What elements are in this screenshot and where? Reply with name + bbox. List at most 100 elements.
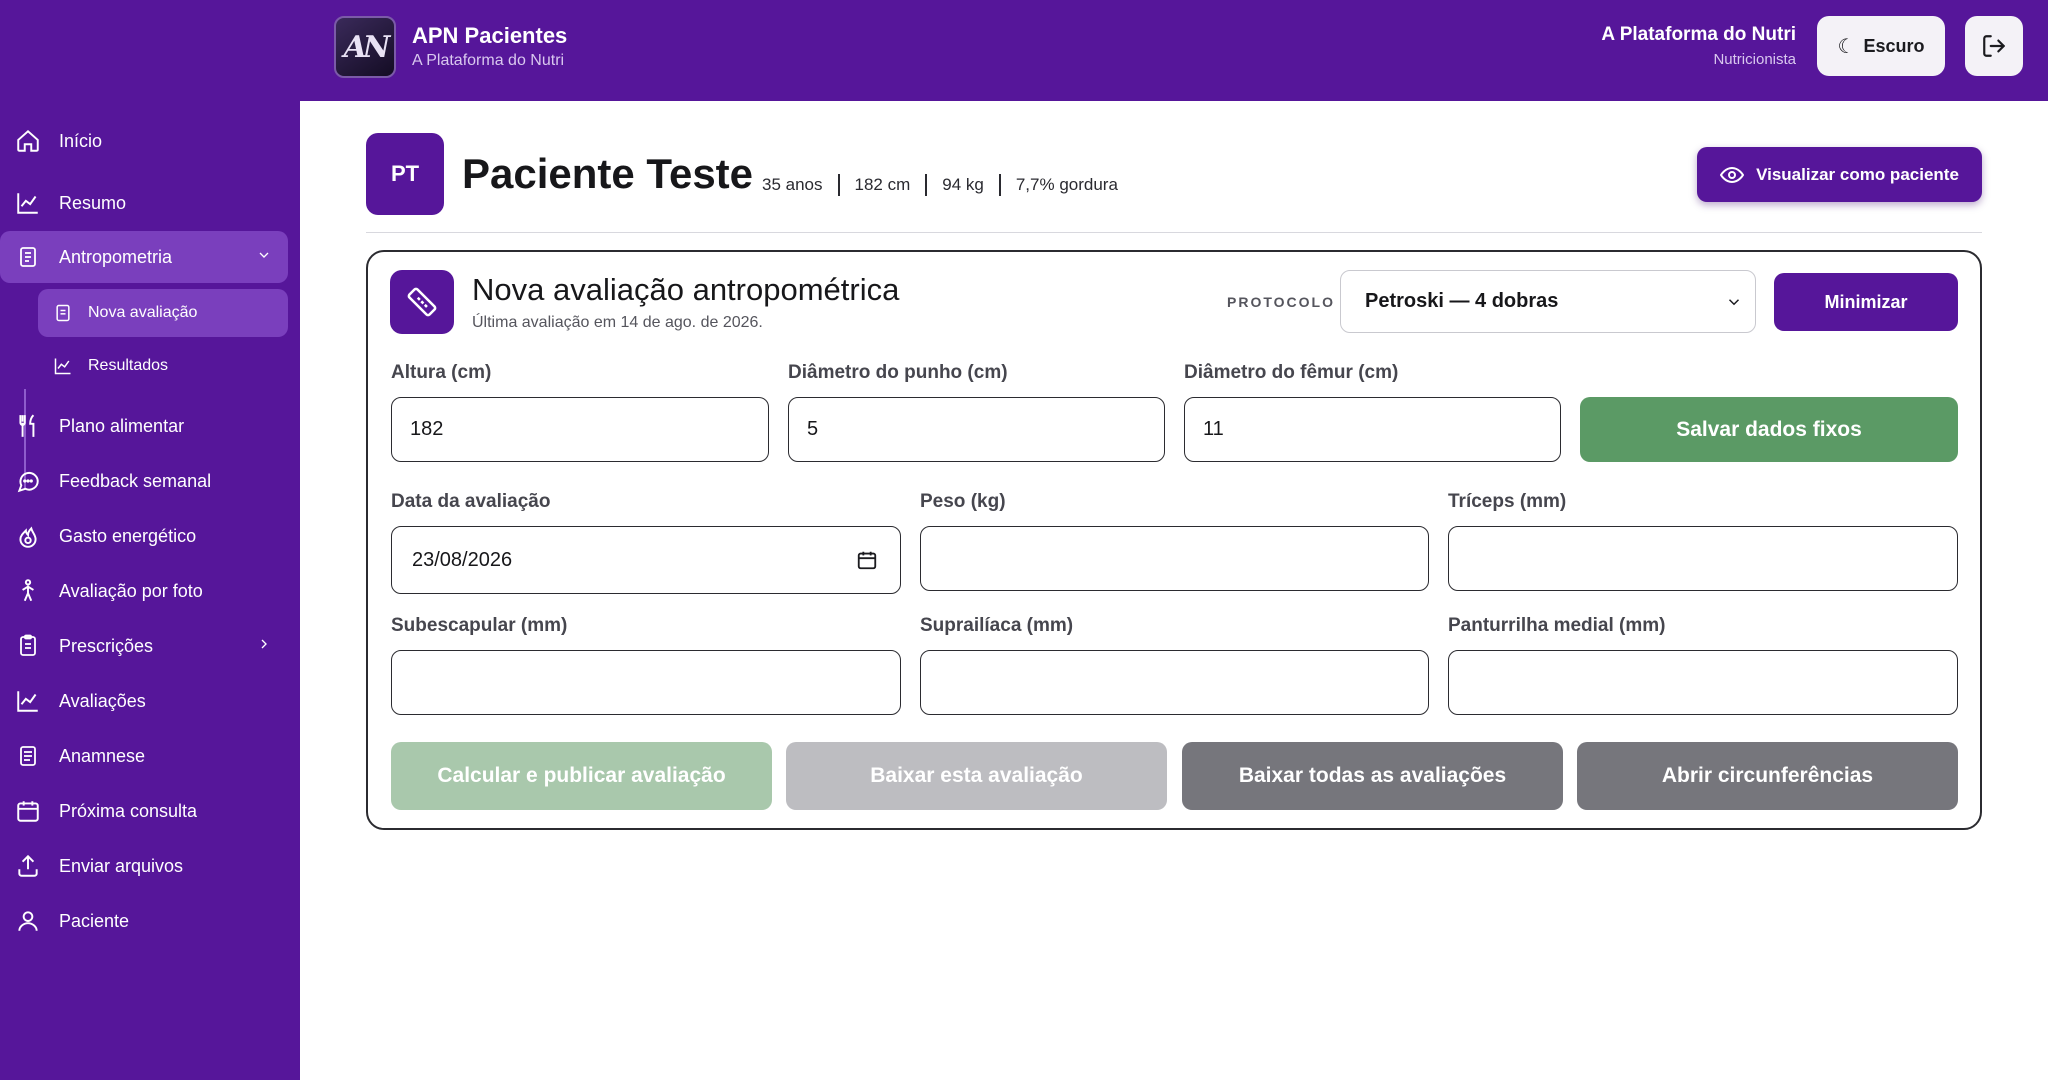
ruler-icon [390,270,454,334]
moon-icon: ☾ [1837,35,1856,58]
view-as-patient-button[interactable]: Visualizar como paciente [1697,147,1982,202]
sidebar-item-label: Antropometria [59,246,173,267]
sidebar-item-antropometria[interactable]: Antropometria [0,231,288,283]
subscapular-input[interactable] [391,650,901,715]
sidebar-item-enviar-arquivos[interactable]: Enviar arquivos [0,840,288,892]
calendar-icon [14,797,42,825]
sidebar-item-feedback-semanal[interactable]: Feedback semanal [0,455,288,507]
chart-line-icon [52,355,74,377]
header-divider [366,232,1982,233]
calculate-publish-button[interactable]: Calcular e publicar avaliação [391,742,772,810]
protocol-select[interactable]: Petroski — 4 dobras [1340,270,1756,333]
suprailiac-label: Suprailíaca (mm) [920,615,1074,636]
chart-line-icon [14,687,42,715]
sidebar-item-label: Paciente [59,910,130,931]
subscapular-label: Subescapular (mm) [391,615,568,636]
download-this-assessment-button[interactable]: Baixar esta avaliação [786,742,1167,810]
sidebar-item-anamnese[interactable]: Anamnese [0,730,288,782]
triceps-input[interactable] [1448,526,1958,591]
sidebar-item-label: Avaliações [59,690,146,711]
sidebar-item-proxima-consulta[interactable]: Próxima consulta [0,785,288,837]
sidebar-item-label: Feedback semanal [59,470,212,491]
weight-label: Peso (kg) [920,491,1006,512]
user-role: Nutricionista [1713,51,1796,68]
sidebar-subitem-resultados[interactable]: Resultados [38,342,288,390]
chevron-down-icon [256,247,272,268]
sidebar: Início Resumo Antropometria Nova avaliaç… [0,101,300,1080]
sidebar-item-plano-alimentar[interactable]: Plano alimentar [0,400,288,452]
minimize-button[interactable]: Minimizar [1774,273,1958,331]
fork-knife-icon [14,412,42,440]
protocol-value: Petroski — 4 dobras [1365,290,1559,312]
sidebar-item-gasto-energetico[interactable]: Gasto energético [0,510,288,562]
download-all-assessments-button[interactable]: Baixar todas as avaliações [1182,742,1563,810]
clipboard-icon [14,243,42,271]
open-circumferences-button[interactable]: Abrir circunferências [1577,742,1958,810]
top-header: AN APN Pacientes A Plataforma do Nutri A… [0,0,2048,101]
sidebar-item-label: Avaliação por foto [59,580,203,601]
eye-icon [1720,166,1745,183]
save-fixed-data-button[interactable]: Salvar dados fixos [1580,397,1958,462]
chart-line-icon [14,189,42,217]
document-icon [14,742,42,770]
sidebar-item-resumo[interactable]: Resumo [0,177,288,229]
person-walk-icon [14,577,42,605]
calendar-icon[interactable] [856,549,878,577]
date-value: 23/08/2026 [412,548,513,571]
theme-toggle-label: Escuro [1863,35,1925,56]
wrist-diameter-label: Diâmetro do punho (cm) [788,362,1008,383]
wrist-diameter-input[interactable]: 5 [788,397,1165,462]
sidebar-item-label: Próxima consulta [59,800,198,821]
sidebar-item-label: Plano alimentar [59,415,185,436]
clipboard-icon [52,302,74,324]
weight-input[interactable] [920,526,1429,591]
patient-age: 35 anos [762,175,823,194]
flame-icon [14,522,42,550]
sidebar-item-avaliacao-por-foto[interactable]: Avaliação por foto [0,565,288,617]
patient-name: Paciente Teste [462,150,754,197]
home-icon [14,127,42,155]
user-icon [14,907,42,935]
patient-weight: 94 kg [925,174,999,196]
card-title: Nova avaliação antropométrica [472,272,900,307]
sidebar-item-prescricoes[interactable]: Prescrições [0,620,288,672]
theme-toggle-button[interactable]: ☾ Escuro [1817,16,1945,76]
view-as-patient-label: Visualizar como paciente [1756,164,1959,184]
suprailiac-input[interactable] [920,650,1429,715]
protocol-label: PROTOCOLO [1227,294,1335,310]
chat-bubble-icon [14,467,42,495]
patient-avatar: PT [366,133,444,215]
height-input[interactable]: 182 [391,397,769,462]
sidebar-item-paciente[interactable]: Paciente [0,895,288,947]
triceps-label: Tríceps (mm) [1448,491,1567,512]
sidebar-item-label: Início [59,130,103,151]
app-subtitle: A Plataforma do Nutri [412,52,565,69]
logout-button[interactable] [1965,16,2023,76]
sidebar-item-avaliacoes[interactable]: Avaliações [0,675,288,727]
sidebar-subitem-label: Resultados [88,357,169,374]
sidebar-item-inicio[interactable]: Início [0,115,288,167]
app-title: APN Pacientes [412,23,568,48]
date-label: Data da avaliação [391,491,551,512]
patient-body-fat: 7,7% gordura [998,174,1133,196]
date-input[interactable]: 23/08/2026 [391,526,901,594]
app-logo[interactable]: AN [334,16,396,78]
clipboard-list-icon [14,632,42,660]
chevron-right-icon [256,636,272,657]
sidebar-item-label: Resumo [59,192,127,213]
sidebar-item-label: Prescrições [59,635,154,656]
patient-height: 182 cm [837,174,926,196]
patient-stats: 35 anos 182 cm 94 kg 7,7% gordura [762,174,1133,196]
sidebar-subitem-nova-avaliacao[interactable]: Nova avaliação [38,289,288,337]
height-label: Altura (cm) [391,362,492,383]
medial-calf-input[interactable] [1448,650,1958,715]
user-name: A Plataforma do Nutri [1601,24,1796,45]
last-assessment-text: Última avaliação em 14 de ago. de 2026. [472,314,763,331]
sidebar-item-label: Enviar arquivos [59,855,184,876]
femur-diameter-input[interactable]: 11 [1184,397,1561,462]
sidebar-item-label: Gasto energético [59,525,197,546]
chevron-down-icon [1725,293,1743,317]
upload-icon [14,852,42,880]
sidebar-subitem-label: Nova avaliação [88,304,198,321]
medial-calf-label: Panturrilha medial (mm) [1448,615,1666,636]
